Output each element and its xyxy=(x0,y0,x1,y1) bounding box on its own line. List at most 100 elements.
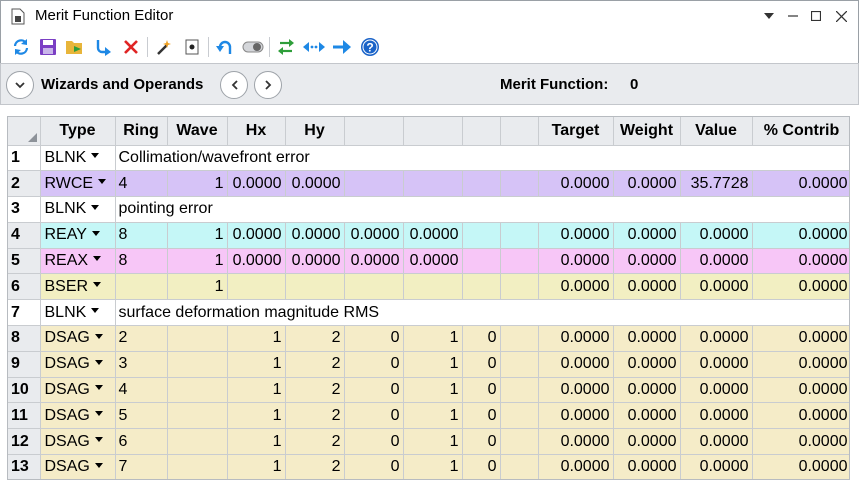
comment-cell[interactable]: surface deformation magnitude RMS xyxy=(115,299,849,327)
grid-cell[interactable]: 0.0000 xyxy=(538,351,614,378)
dropdown-arrow-icon[interactable] xyxy=(91,204,100,210)
grid-cell[interactable]: 0.0000 xyxy=(538,325,614,352)
operand-type-dropdown[interactable]: REAY xyxy=(40,222,116,249)
grid-cell[interactable]: 0.0000 xyxy=(613,325,681,352)
grid-cell[interactable]: 0.0000 xyxy=(613,222,681,249)
grid-cell[interactable]: 0.0000 xyxy=(680,402,753,430)
grid-cell[interactable]: 0.0000 xyxy=(752,325,849,352)
grid-cell[interactable]: 0.0000 xyxy=(752,222,849,249)
operand-type-dropdown[interactable]: RWCE xyxy=(40,170,116,198)
grid-cell[interactable]: 2 xyxy=(115,325,168,352)
grid-cell[interactable] xyxy=(167,428,228,456)
grid-cell[interactable]: 0.0000 xyxy=(227,248,286,275)
grid-cell[interactable]: 0.0000 xyxy=(538,402,614,430)
grid-cell[interactable] xyxy=(500,351,539,378)
comment-cell[interactable]: pointing error xyxy=(115,196,849,223)
grid-cell[interactable]: 0.0000 xyxy=(538,377,614,404)
grid-cell[interactable] xyxy=(344,273,404,301)
grid-cell[interactable] xyxy=(167,325,228,352)
help-icon[interactable]: ? xyxy=(359,36,381,58)
row-number[interactable]: 3 xyxy=(8,196,41,223)
grid-cell[interactable]: 3 xyxy=(115,351,168,378)
grid-cell[interactable]: 0 xyxy=(344,377,404,404)
grid-cell[interactable]: 0.0000 xyxy=(538,222,614,249)
grid-cell[interactable] xyxy=(500,222,539,249)
grid-cell[interactable]: 2 xyxy=(285,428,345,456)
grid-cell[interactable] xyxy=(500,454,539,479)
grid-cell[interactable]: 7 xyxy=(115,454,168,479)
dropdown-arrow-icon[interactable] xyxy=(91,307,100,313)
grid-cell[interactable] xyxy=(462,248,501,275)
grid-cell[interactable] xyxy=(462,273,501,301)
grid-cell[interactable] xyxy=(500,273,539,301)
grid-cell[interactable]: 1 xyxy=(403,325,463,352)
table-row[interactable]: 3 BLNK pointing error xyxy=(8,196,849,223)
grid-cell[interactable] xyxy=(500,325,539,352)
grid-cell[interactable]: 0.0000 xyxy=(403,248,463,275)
grid-cell[interactable]: 0.0000 xyxy=(613,454,681,479)
dropdown-arrow-icon[interactable] xyxy=(94,411,103,417)
grid-cell[interactable]: 2 xyxy=(285,351,345,378)
column-header[interactable]: Wave xyxy=(167,117,228,146)
grid-cell[interactable]: 0 xyxy=(344,428,404,456)
grid-cell[interactable]: 0 xyxy=(462,377,501,404)
table-row[interactable]: 10 DSAG 4 1 2 0 1 0 0.0000 0.0000 0.0000 0.0000 xyxy=(8,377,849,404)
grid-cell[interactable] xyxy=(115,273,168,301)
dropdown-arrow-icon[interactable] xyxy=(91,230,100,236)
grid-cell[interactable]: 1 xyxy=(227,377,286,404)
operand-type-dropdown[interactable]: DSAG xyxy=(40,402,116,430)
grid-cell[interactable]: 0.0000 xyxy=(752,351,849,378)
grid-cell[interactable]: 1 xyxy=(403,428,463,456)
grid-cell[interactable] xyxy=(403,170,463,198)
grid-cell[interactable] xyxy=(167,377,228,404)
grid-cell[interactable]: 0.0000 xyxy=(227,170,286,198)
open-icon[interactable] xyxy=(64,36,86,58)
table-row[interactable]: 2 RWCE 4 1 0.0000 0.0000 0.0000 0.0000 35.7728 0.… xyxy=(8,170,849,198)
grid-cell[interactable]: 0.0000 xyxy=(680,454,753,479)
grid-cell[interactable] xyxy=(500,402,539,430)
grid-cell[interactable]: 6 xyxy=(115,428,168,456)
grid-cell[interactable]: 4 xyxy=(115,170,168,198)
next-button[interactable] xyxy=(254,71,282,99)
column-header[interactable]: Hy xyxy=(285,117,345,146)
grid-cell[interactable]: 1 xyxy=(403,377,463,404)
row-number[interactable]: 2 xyxy=(8,170,41,198)
grid-cell[interactable] xyxy=(462,170,501,198)
row-number[interactable]: 13 xyxy=(8,454,41,479)
operand-type-dropdown[interactable]: DSAG xyxy=(40,351,116,378)
grid-cell[interactable] xyxy=(500,428,539,456)
wand-icon[interactable] xyxy=(153,36,175,58)
grid-cell[interactable]: 2 xyxy=(285,377,345,404)
column-header[interactable] xyxy=(500,117,539,146)
grid-cell[interactable]: 0.0000 xyxy=(752,402,849,430)
column-header[interactable] xyxy=(403,117,463,146)
column-header[interactable]: Target xyxy=(538,117,614,146)
grid-cell[interactable] xyxy=(403,273,463,301)
grid-cell[interactable]: 0 xyxy=(462,454,501,479)
grid-cell[interactable] xyxy=(500,170,539,198)
row-number[interactable]: 1 xyxy=(8,145,41,172)
grid-cell[interactable]: 0.0000 xyxy=(613,351,681,378)
grid-cell[interactable]: 0.0000 xyxy=(538,273,614,301)
grid-cell[interactable]: 1 xyxy=(403,454,463,479)
table-row[interactable]: 11 DSAG 5 1 2 0 1 0 0.0000 0.0000 0.0000 0.0000 xyxy=(8,402,849,430)
operand-type-dropdown[interactable]: BSER xyxy=(40,273,116,301)
grid-cell[interactable]: 0.0000 xyxy=(538,248,614,275)
grid-cell[interactable]: 0.0000 xyxy=(613,248,681,275)
grid-cell[interactable] xyxy=(500,377,539,404)
operand-type-dropdown[interactable]: REAX xyxy=(40,248,116,275)
column-header[interactable]: % Contrib xyxy=(752,117,849,146)
operand-type-dropdown[interactable]: BLNK xyxy=(40,145,116,172)
maximize-icon[interactable] xyxy=(805,5,827,27)
grid-cell[interactable]: 0.0000 xyxy=(752,377,849,404)
dropdown-arrow-icon[interactable] xyxy=(93,256,102,262)
prev-button[interactable] xyxy=(220,71,248,99)
grid-cell[interactable]: 1 xyxy=(227,428,286,456)
dropdown-arrow-icon[interactable] xyxy=(91,153,100,159)
undo-icon[interactable] xyxy=(214,36,236,58)
grid-cell[interactable]: 0.0000 xyxy=(680,377,753,404)
grid-cell[interactable]: 0 xyxy=(344,351,404,378)
save-icon[interactable] xyxy=(37,36,59,58)
table-row[interactable]: 8 DSAG 2 1 2 0 1 0 0.0000 0.0000 0.0000 0.0000 xyxy=(8,325,849,352)
grid-cell[interactable]: 0.0000 xyxy=(752,170,849,198)
